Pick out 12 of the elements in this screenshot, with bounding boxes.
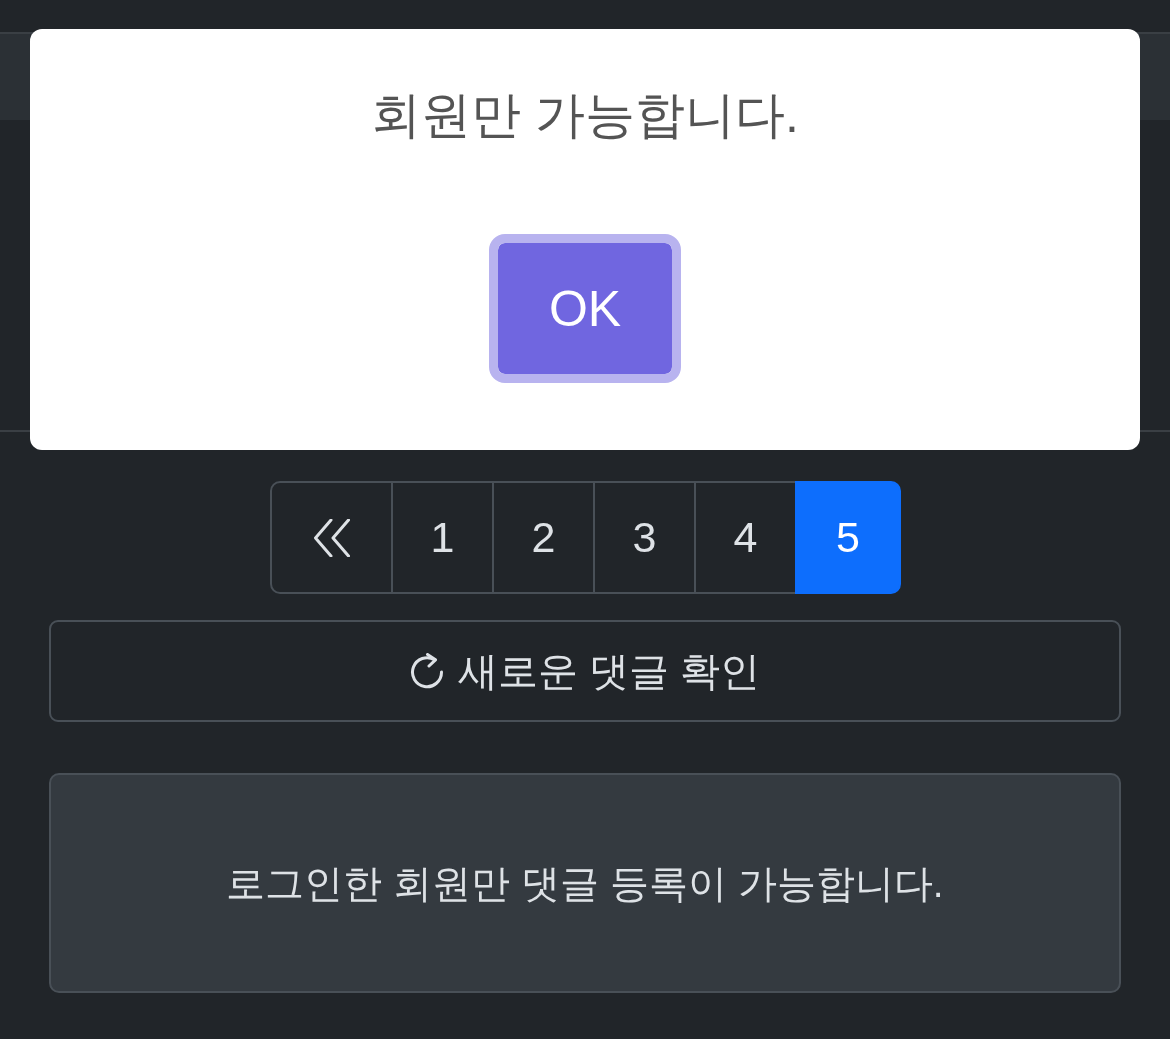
page-button[interactable]: 3 <box>593 481 696 594</box>
login-required-notice: 로그인한 회원만 댓글 등록이 가능합니다. <box>49 773 1121 993</box>
double-chevron-left-icon <box>313 518 350 557</box>
refresh-icon <box>409 653 444 689</box>
dialog-title: 회원만 가능합니다. <box>371 86 799 145</box>
page-button[interactable]: 5 <box>795 481 901 594</box>
refresh-comments-button[interactable]: 새로운 댓글 확인 <box>49 620 1121 722</box>
page-button[interactable]: 1 <box>391 481 494 594</box>
first-page-button[interactable] <box>270 481 393 594</box>
page-button[interactable]: 4 <box>694 481 797 594</box>
page-button[interactable]: 2 <box>492 481 595 594</box>
ok-button[interactable]: OK <box>489 234 681 383</box>
